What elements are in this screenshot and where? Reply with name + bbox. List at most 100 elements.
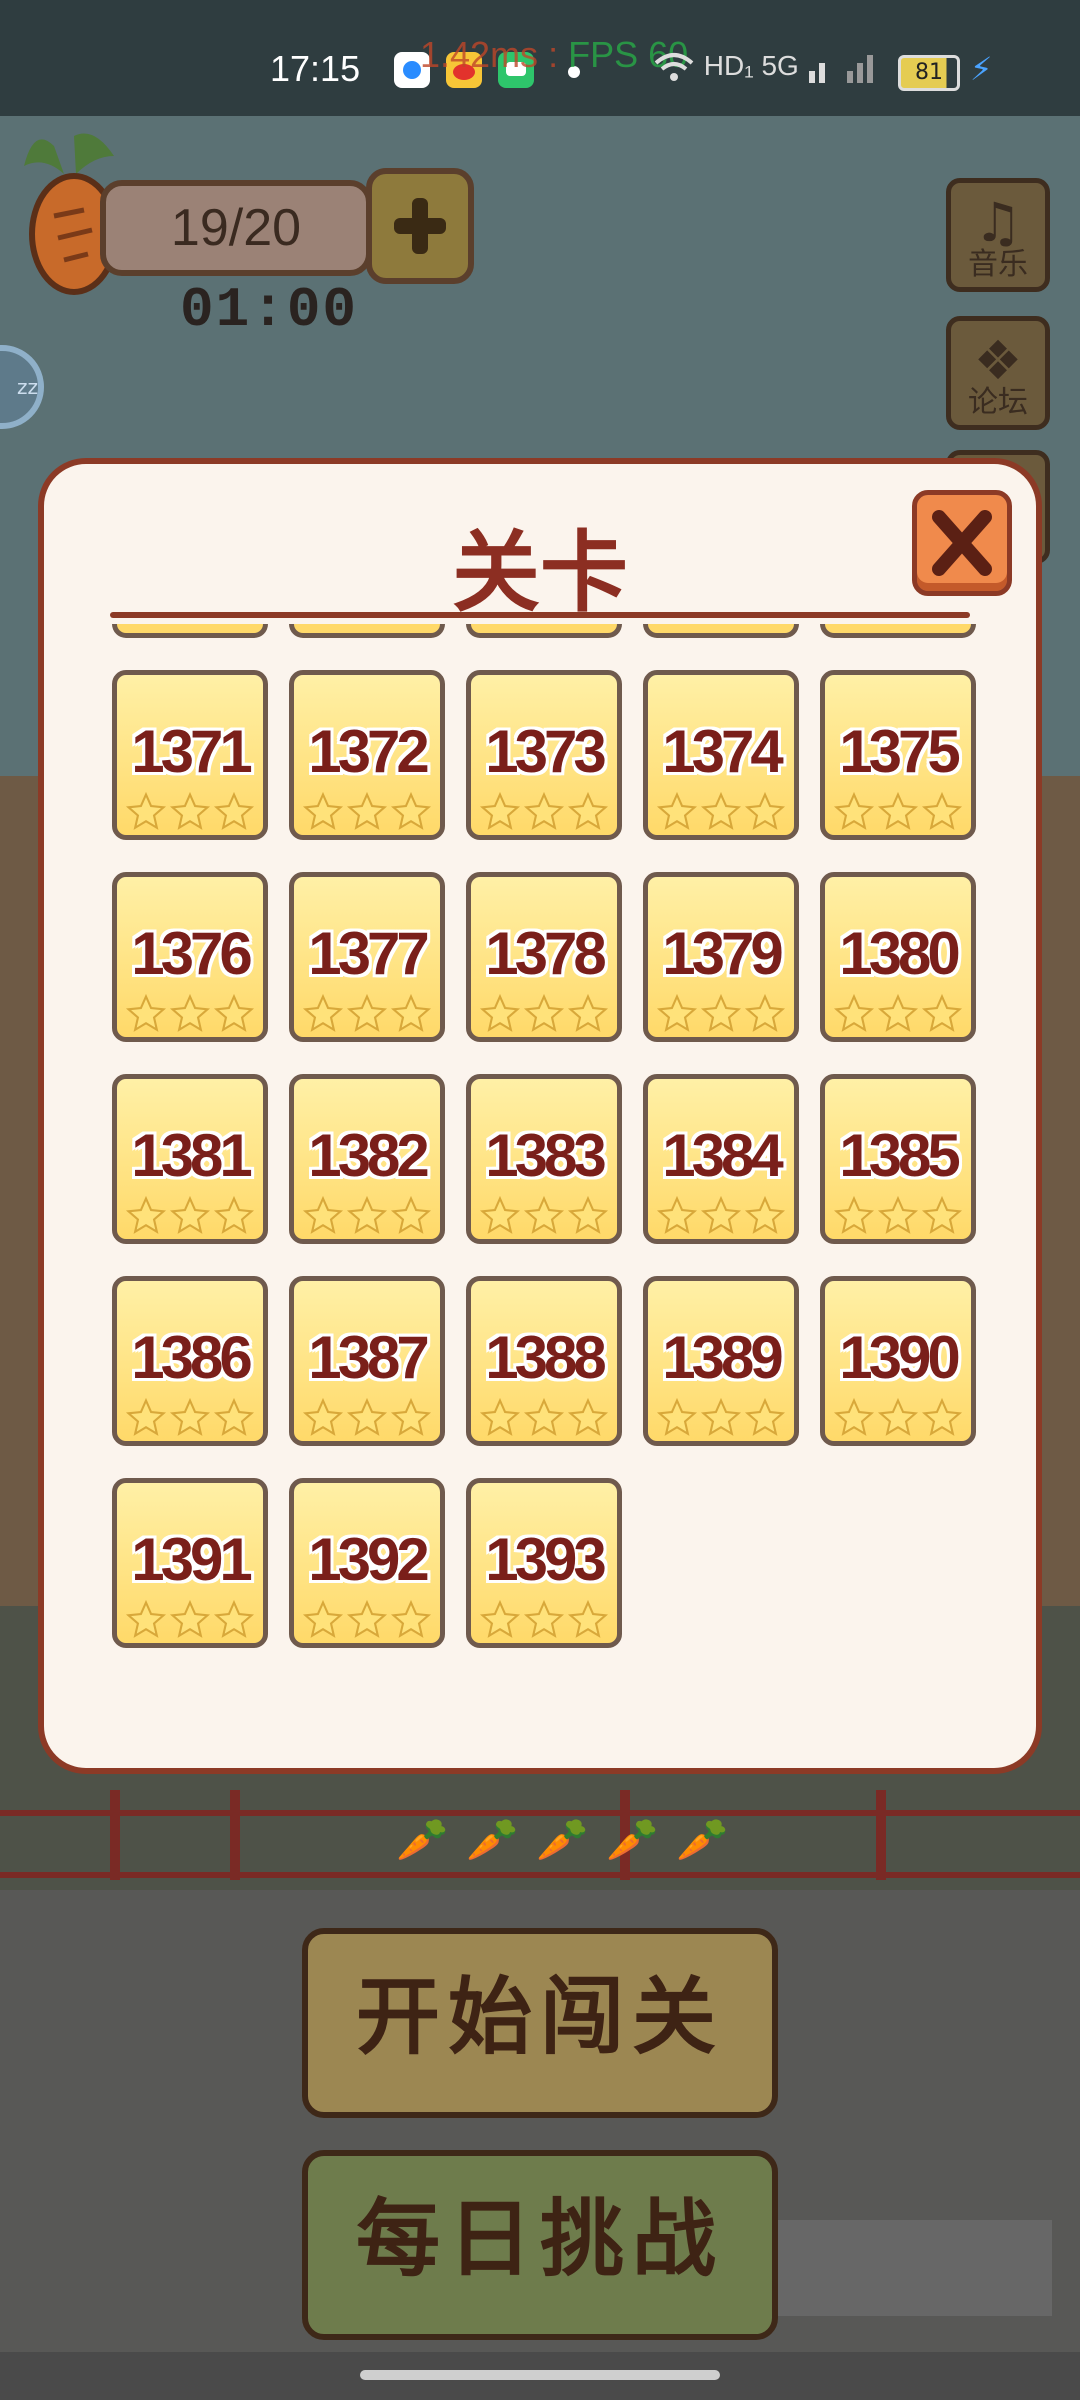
- add-stamina-button[interactable]: [366, 168, 474, 284]
- level-stars: [656, 1195, 786, 1237]
- star-icon: [744, 1397, 786, 1436]
- star-icon: [302, 791, 344, 830]
- star-icon: [213, 1397, 255, 1436]
- star-icon: [656, 1397, 698, 1436]
- signal-icon: [808, 54, 873, 83]
- star-icon: [390, 791, 432, 830]
- carrot-icon: 🥕: [396, 1815, 449, 1864]
- ad-placeholder: [778, 2220, 1052, 2316]
- level-card[interactable]: 1376: [112, 872, 268, 1042]
- level-select-modal: 关卡 1371 1372 1373 1374 1375 1376 1377 1378 1379 1…: [38, 458, 1042, 1774]
- star-icon: [302, 1599, 344, 1638]
- star-icon: [346, 993, 388, 1032]
- level-number: 1385: [839, 1122, 960, 1189]
- level-card-partial[interactable]: [289, 624, 445, 638]
- level-number: 1388: [485, 1324, 606, 1391]
- star-icon: [523, 1397, 565, 1436]
- close-icon: [932, 510, 992, 576]
- star-icon: [169, 1195, 211, 1234]
- level-stars: [125, 1195, 255, 1237]
- level-card[interactable]: 1388: [466, 1276, 622, 1446]
- level-card[interactable]: 1375: [820, 670, 976, 840]
- network-type: HD₁ 5G: [703, 50, 799, 81]
- level-card[interactable]: 1392: [289, 1478, 445, 1648]
- carrot-icon: 🥕: [676, 1815, 729, 1864]
- fence-post: [110, 1790, 120, 1880]
- level-card[interactable]: 1371: [112, 670, 268, 840]
- star-icon: [523, 791, 565, 830]
- level-stars: [833, 1195, 963, 1237]
- star-icon: [213, 791, 255, 830]
- level-number: 1387: [308, 1324, 429, 1391]
- close-button[interactable]: [912, 490, 1012, 596]
- level-number: 1372: [308, 718, 429, 785]
- level-card[interactable]: 1374: [643, 670, 799, 840]
- star-icon: [567, 791, 609, 830]
- star-icon: [346, 791, 388, 830]
- start-level-button[interactable]: 开始闯关: [302, 1928, 778, 2132]
- star-icon: [523, 1195, 565, 1234]
- level-number: 1390: [839, 1324, 960, 1391]
- level-card[interactable]: 1373: [466, 670, 622, 840]
- charging-icon: ⚡: [970, 50, 993, 88]
- level-card[interactable]: 1390: [820, 1276, 976, 1446]
- star-icon: [346, 1397, 388, 1436]
- home-indicator[interactable]: [360, 2370, 720, 2380]
- star-icon: [302, 1397, 344, 1436]
- star-icon: [390, 1195, 432, 1234]
- star-icon: [567, 1195, 609, 1234]
- star-icon: [833, 1397, 875, 1436]
- level-card[interactable]: 1383: [466, 1074, 622, 1244]
- level-card[interactable]: 1385: [820, 1074, 976, 1244]
- star-icon: [833, 791, 875, 830]
- level-card[interactable]: 1378: [466, 872, 622, 1042]
- level-card[interactable]: 1386: [112, 1276, 268, 1446]
- star-icon: [169, 1397, 211, 1436]
- level-card-partial[interactable]: [643, 624, 799, 638]
- level-scroll-area[interactable]: 1371 1372 1373 1374 1375 1376 1377 1378 1379 1380…: [44, 624, 1036, 1724]
- star-icon: [302, 993, 344, 1032]
- level-number: 1391: [131, 1526, 252, 1593]
- stamina-counter: 19/20: [100, 180, 372, 276]
- star-icon: [877, 993, 919, 1032]
- star-icon: [169, 1599, 211, 1638]
- level-card-partial[interactable]: [466, 624, 622, 638]
- star-icon: [523, 993, 565, 1032]
- star-icon: [656, 791, 698, 830]
- star-icon: [213, 993, 255, 1032]
- stamina-timer: 01:00: [180, 278, 359, 342]
- star-icon: [479, 993, 521, 1032]
- level-card-partial[interactable]: [112, 624, 268, 638]
- level-card[interactable]: 1377: [289, 872, 445, 1042]
- level-number: 1389: [662, 1324, 783, 1391]
- wifi-icon: [654, 52, 694, 81]
- star-icon: [700, 1397, 742, 1436]
- level-number: 1373: [485, 718, 606, 785]
- level-card[interactable]: 1382: [289, 1074, 445, 1244]
- level-number: 1375: [839, 718, 960, 785]
- daily-challenge-button[interactable]: 每日挑战: [302, 2150, 778, 2354]
- forum-label: 论坛: [968, 385, 1028, 420]
- level-card[interactable]: 1387: [289, 1276, 445, 1446]
- level-number: 1382: [308, 1122, 429, 1189]
- star-icon: [125, 1397, 167, 1436]
- level-number: 1379: [662, 920, 783, 987]
- level-card[interactable]: 1379: [643, 872, 799, 1042]
- level-number: 1392: [308, 1526, 429, 1593]
- level-card[interactable]: 1389: [643, 1276, 799, 1446]
- level-number: 1377: [308, 920, 429, 987]
- level-stars: [302, 993, 432, 1035]
- level-card[interactable]: 1381: [112, 1074, 268, 1244]
- level-card-partial[interactable]: [820, 624, 976, 638]
- level-card[interactable]: 1380: [820, 872, 976, 1042]
- level-stars: [125, 1397, 255, 1439]
- level-number: 1381: [131, 1122, 252, 1189]
- level-card[interactable]: 1384: [643, 1074, 799, 1244]
- level-card[interactable]: 1372: [289, 670, 445, 840]
- level-number: 1376: [131, 920, 252, 987]
- level-card[interactable]: 1391: [112, 1478, 268, 1648]
- level-card[interactable]: 1393: [466, 1478, 622, 1648]
- forum-button[interactable]: ❖ 论坛: [946, 316, 1050, 430]
- music-button[interactable]: ♫ 音乐: [946, 178, 1050, 292]
- carrot-icon: 🥕: [606, 1815, 659, 1864]
